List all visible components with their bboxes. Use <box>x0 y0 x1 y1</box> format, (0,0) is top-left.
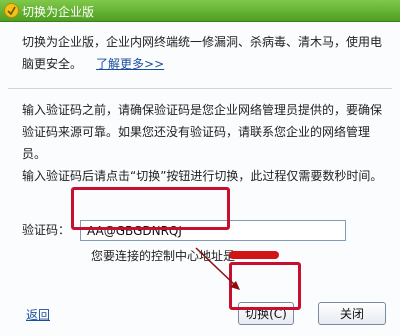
annotation-arrow-icon <box>195 247 240 290</box>
